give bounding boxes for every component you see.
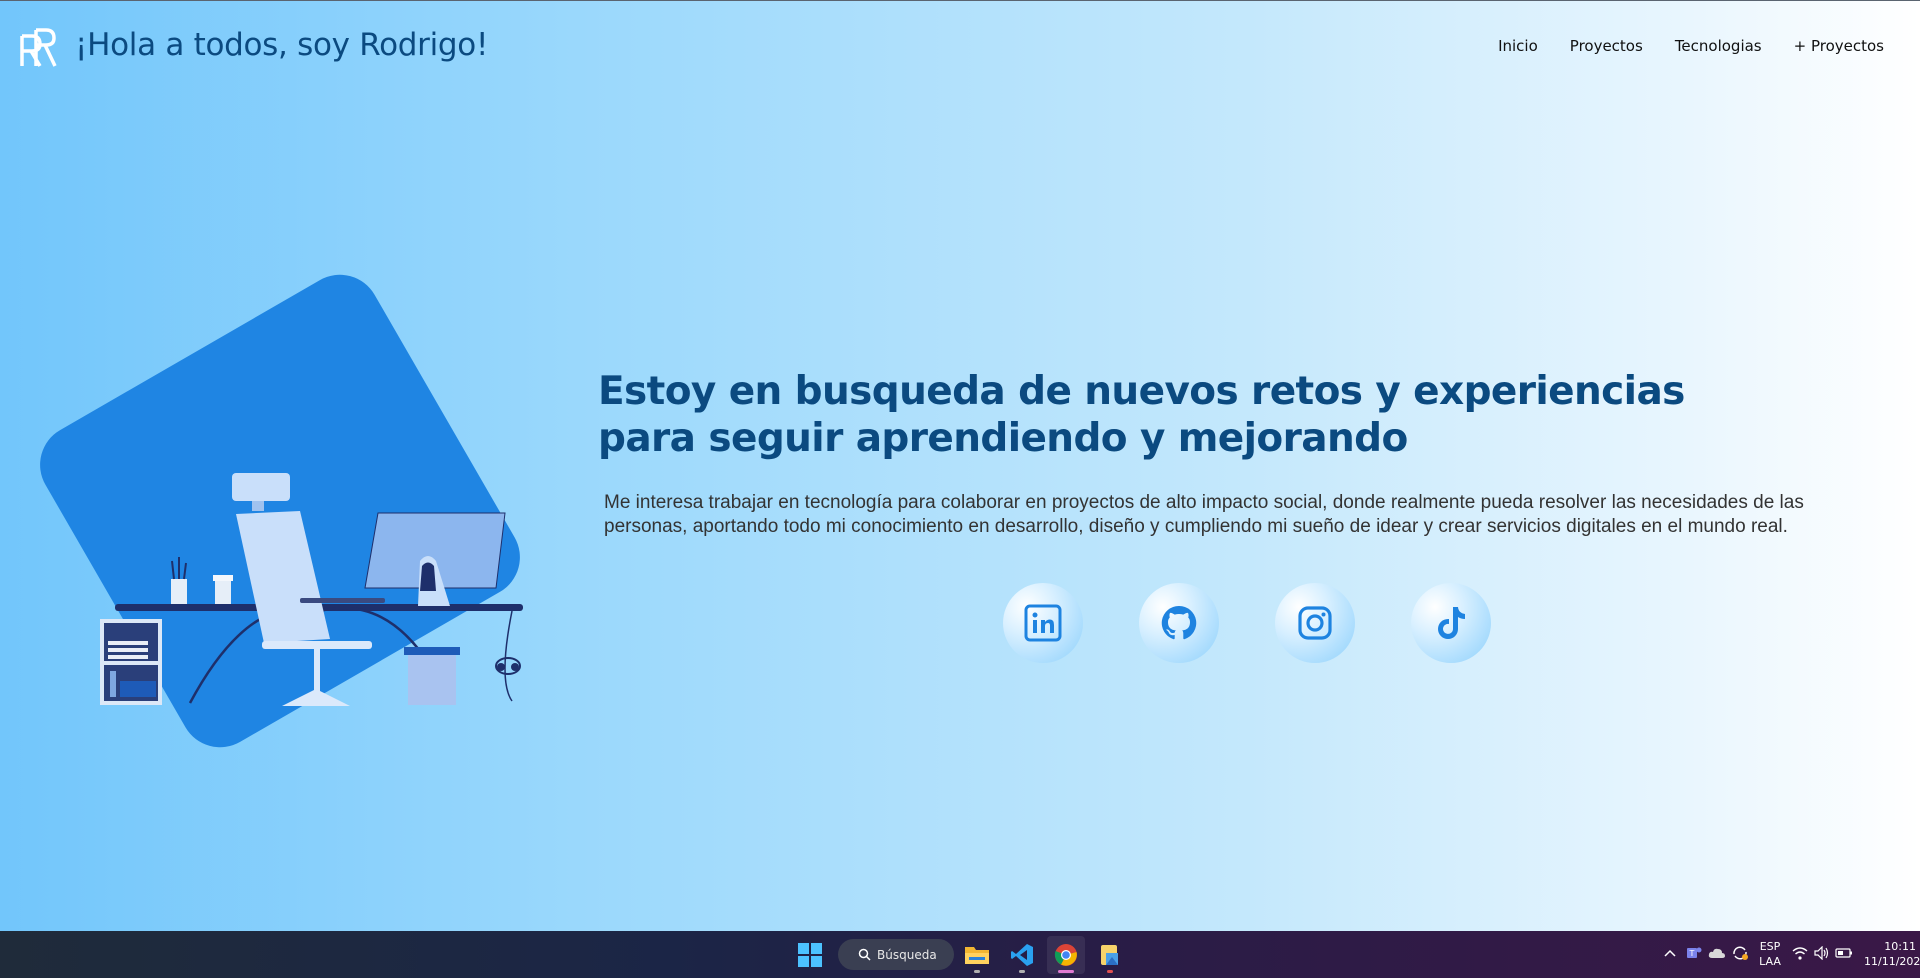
tiktok-icon [1438, 607, 1465, 639]
site-header: ¡Hola a todos, soy Rodrigo! Inicio Proye… [0, 1, 1920, 91]
linkedin-icon [1024, 604, 1062, 642]
taskbar-vscode[interactable] [1003, 936, 1041, 974]
github-icon [1161, 605, 1197, 640]
taskbar-file-explorer[interactable] [958, 936, 996, 974]
taskbar-chrome[interactable] [1047, 936, 1085, 974]
desk-workspace-illustration [40, 274, 523, 748]
portfolio-page: ¡Hola a todos, soy Rodrigo! Inicio Proye… [0, 0, 1920, 931]
search-icon [858, 948, 871, 961]
search-label: Búsqueda [877, 947, 937, 962]
language-indicator[interactable]: ESP LAA [1755, 939, 1785, 969]
onedrive-icon[interactable] [1708, 946, 1726, 960]
teams-icon[interactable]: T [1686, 945, 1702, 961]
linkedin-button[interactable] [1003, 583, 1083, 663]
windows-start-icon[interactable] [798, 943, 822, 967]
running-indicator [974, 970, 980, 973]
file-explorer-icon [965, 947, 989, 964]
instagram-button[interactable] [1275, 583, 1355, 663]
windows-taskbar: Búsqueda T ESP LAA 10:11 11/11/202 [0, 931, 1920, 978]
github-button[interactable] [1139, 583, 1219, 663]
clock[interactable]: 10:11 11/11/2022 [1864, 939, 1920, 969]
chrome-icon [1054, 944, 1077, 966]
main-nav: Inicio Proyectos Tecnologias + Proyectos [1498, 37, 1884, 55]
svg-text:T: T [1689, 949, 1695, 958]
active-indicator [1058, 970, 1074, 973]
battery-icon[interactable] [1835, 947, 1853, 959]
running-indicator [1107, 970, 1113, 973]
chevron-up-icon[interactable] [1664, 948, 1676, 958]
clock-date: 11/11/2022 [1864, 955, 1920, 968]
instagram-icon [1298, 606, 1332, 640]
nav-proyectos[interactable]: Proyectos [1570, 37, 1643, 55]
volume-icon[interactable] [1814, 946, 1830, 960]
tiktok-button[interactable] [1411, 583, 1491, 663]
hero-headline: Estoy en busqueda de nuevos retos y expe… [598, 369, 1685, 461]
clock-time: 10:11 [1884, 940, 1916, 953]
taskbar-folder-app[interactable] [1091, 936, 1129, 974]
wifi-icon[interactable] [1792, 947, 1808, 960]
hero-description: Me interesa trabajar en tecnología para … [604, 492, 1804, 537]
social-links [1003, 583, 1491, 663]
site-title: ¡Hola a todos, soy Rodrigo! [75, 27, 489, 63]
running-indicator [1019, 970, 1025, 973]
nav-tecnologias[interactable]: Tecnologias [1675, 37, 1762, 55]
rr-logo-icon[interactable] [18, 26, 58, 68]
vscode-icon [1011, 944, 1033, 966]
folder-app-icon [1101, 945, 1118, 965]
nav-mas-proyectos[interactable]: + Proyectos [1794, 37, 1884, 55]
sync-icon[interactable] [1731, 945, 1749, 961]
taskbar-search[interactable]: Búsqueda [838, 939, 954, 970]
language-code: ESP [1759, 940, 1781, 953]
nav-inicio[interactable]: Inicio [1498, 37, 1538, 55]
keyboard-layout: LAA [1759, 955, 1781, 968]
